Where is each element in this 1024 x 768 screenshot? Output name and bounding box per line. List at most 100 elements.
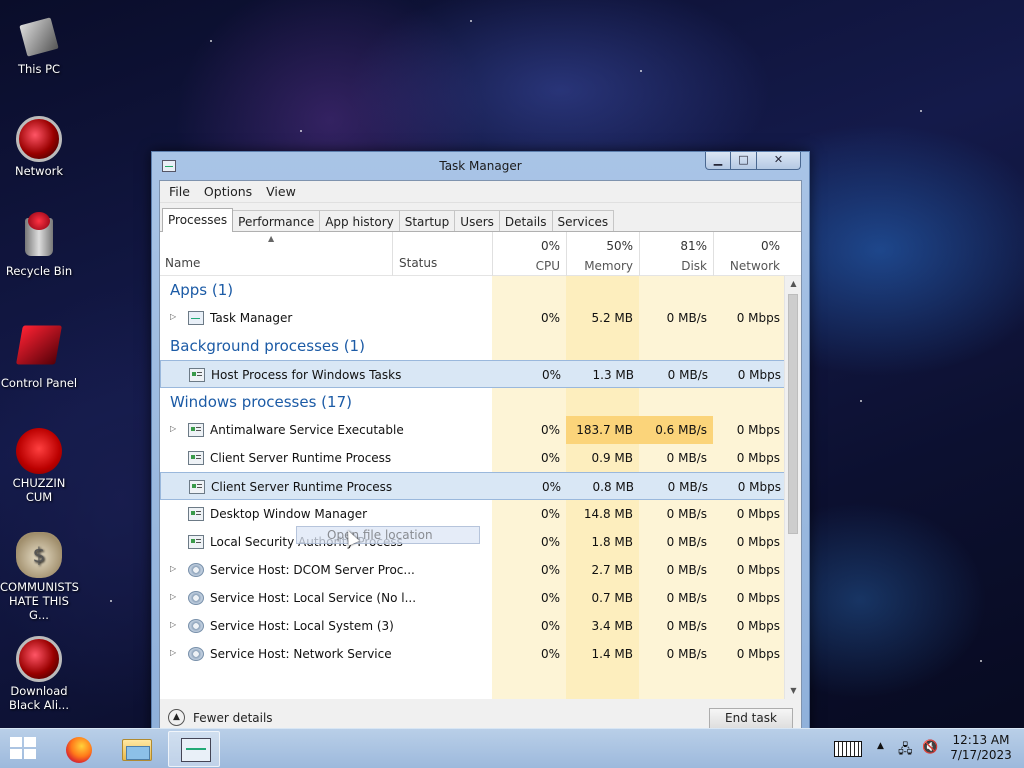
gear-icon: [188, 563, 204, 577]
desktop-icon-network[interactable]: Network: [0, 116, 78, 178]
tab-app-history[interactable]: App history: [319, 210, 400, 232]
chevron-up-icon: ▲: [168, 709, 185, 726]
desktop-icon-recycle-bin[interactable]: Recycle Bin: [0, 212, 78, 278]
process-row[interactable]: ▷ Service Host: DCOM Server Proc... 0% 2.7 …: [160, 556, 786, 584]
process-name: Task Manager: [210, 311, 293, 325]
mem-value: 0.7 MB: [591, 591, 633, 605]
desktop-icon-control-panel[interactable]: Control Panel: [0, 322, 78, 390]
expand-chevron-icon[interactable]: ▷: [170, 312, 176, 321]
scroll-up-icon[interactable]: ▲: [785, 276, 802, 292]
maximize-button[interactable]: □: [731, 152, 757, 170]
process-row[interactable]: Desktop Window Manager 0% 14.8 MB 0 MB/s 0 M…: [160, 500, 786, 528]
close-button[interactable]: ✕: [757, 152, 801, 170]
column-name[interactable]: ▲ Name: [160, 232, 392, 276]
title-bar[interactable]: Task Manager ▁ □ ✕: [152, 152, 809, 180]
memory-percent: 50%: [606, 239, 633, 253]
memory-label: Memory: [584, 259, 633, 273]
star: [640, 70, 642, 72]
menu-options[interactable]: Options: [197, 181, 259, 202]
process-row[interactable]: ▷ Task Manager 0% 5.2 MB 0 MB/s 0 Mbps: [160, 304, 786, 332]
disk-value: 0 MB/s: [666, 647, 707, 661]
tab-performance[interactable]: Performance: [232, 210, 321, 232]
mem-value: 1.4 MB: [591, 647, 633, 661]
cpu-value: 0%: [541, 368, 561, 382]
desktop-icon-communists[interactable]: $ COMMUNISTS HATE THIS G...: [0, 532, 79, 622]
process-row[interactable]: Client Server Runtime Process 0% 0.9 MB 0 M…: [160, 444, 786, 472]
taskbar-file-explorer[interactable]: [110, 731, 162, 767]
column-cpu[interactable]: 0% CPU: [492, 232, 566, 276]
menu-file[interactable]: File: [162, 181, 197, 202]
context-menu-ghost: Open file location: [296, 526, 480, 544]
windows-logo-icon: [24, 737, 36, 747]
vertical-scrollbar[interactable]: ▲ ▼: [784, 276, 801, 699]
tab-processes[interactable]: Processes: [162, 208, 234, 232]
network-status-icon[interactable]: 🖧: [898, 740, 913, 762]
star: [860, 400, 862, 402]
taskbar-task-manager[interactable]: [168, 731, 220, 767]
cpu-value: 0%: [540, 451, 560, 465]
net-value: 0 Mbps: [736, 451, 780, 465]
expand-chevron-icon[interactable]: ▷: [170, 620, 176, 629]
process-row[interactable]: Host Process for Windows Tasks 0% 1.3 MB 0 …: [160, 360, 786, 388]
mem-value: 3.4 MB: [591, 619, 633, 633]
clock[interactable]: 12:13 AM 7/17/2023: [948, 733, 1014, 763]
desktop-icon-chuzzin[interactable]: CHUZZIN CUM: [0, 428, 78, 504]
expand-chevron-icon[interactable]: ▷: [170, 564, 176, 573]
column-status[interactable]: Status: [392, 232, 492, 276]
process-name: Service Host: Local Service (No l...: [210, 591, 417, 605]
process-icon: [188, 423, 204, 437]
net-value: 0 Mbps: [736, 563, 780, 577]
cpu-value: 0%: [540, 311, 560, 325]
group-header[interactable]: Windows processes (17): [160, 388, 786, 416]
tab-users[interactable]: Users: [454, 210, 500, 232]
disk-value: 0 MB/s: [666, 591, 707, 605]
column-network[interactable]: 0% Network: [713, 232, 786, 276]
clock-date: 7/17/2023: [950, 748, 1012, 762]
column-memory[interactable]: 50% Memory: [566, 232, 639, 276]
process-row[interactable]: Client Server Runtime Process 0% 0.8 MB 0 M…: [160, 472, 786, 500]
tab-details[interactable]: Details: [498, 210, 553, 232]
disk-value: 0 MB/s: [666, 451, 707, 465]
net-value: 0 Mbps: [737, 368, 781, 382]
expand-chevron-icon[interactable]: ▷: [170, 592, 176, 601]
mem-value: 0.9 MB: [591, 451, 633, 465]
volume-muted-icon[interactable]: 🔇: [922, 740, 938, 755]
star: [980, 660, 982, 662]
desktop-icon-label: This PC: [17, 62, 61, 76]
menu-view[interactable]: View: [259, 181, 303, 202]
fewer-details-button[interactable]: ▲ Fewer details: [168, 709, 273, 726]
group-header[interactable]: Background processes (1): [160, 332, 786, 360]
column-header: ▲ Name Status 0% CPU 50% Memory 81% Disk…: [160, 232, 801, 276]
end-task-button[interactable]: End task: [709, 708, 793, 729]
taskbar-firefox[interactable]: [52, 731, 104, 767]
scroll-down-icon[interactable]: ▼: [785, 683, 802, 699]
process-row[interactable]: ▷ Service Host: Local Service (No l... 0% 0…: [160, 584, 786, 612]
net-value: 0 Mbps: [736, 311, 780, 325]
task-manager-icon: [181, 738, 211, 762]
clock-time: 12:13 AM: [952, 733, 1010, 747]
expand-chevron-icon[interactable]: ▷: [170, 648, 176, 657]
cpu-value: 0%: [540, 535, 560, 549]
fewer-details-label: Fewer details: [193, 710, 273, 725]
process-row[interactable]: ▷ Service Host: Local System (3) 0% 3.4 MB 0…: [160, 612, 786, 640]
touch-keyboard-icon[interactable]: [834, 741, 862, 757]
start-button[interactable]: [10, 737, 38, 761]
tab-services[interactable]: Services: [551, 210, 615, 232]
desktop-icon-this-pc[interactable]: This PC: [0, 14, 78, 76]
minimize-button[interactable]: ▁: [705, 152, 731, 170]
group-title: Apps (1): [170, 281, 234, 299]
group-header[interactable]: Apps (1): [160, 276, 786, 304]
desktop-icon-download[interactable]: Download Black Ali...: [0, 636, 78, 712]
tab-startup[interactable]: Startup: [398, 210, 456, 232]
group-title: Background processes (1): [170, 337, 365, 355]
scroll-thumb[interactable]: [788, 294, 798, 534]
group-title: Windows processes (17): [170, 393, 352, 411]
show-hidden-icons-icon[interactable]: ▲: [877, 741, 884, 751]
expand-chevron-icon[interactable]: ▷: [170, 424, 176, 433]
process-row[interactable]: ▷ Antimalware Service Executable 0% 183.7 M…: [160, 416, 786, 444]
column-disk[interactable]: 81% Disk: [639, 232, 713, 276]
task-manager-window[interactable]: Task Manager ▁ □ ✕ File Options View Pro…: [151, 151, 810, 746]
process-row[interactable]: ▷ Service Host: Network Service 0% 1.4 MB 0 …: [160, 640, 786, 668]
disk-value: 0 MB/s: [666, 507, 707, 521]
net-value: 0 Mbps: [736, 591, 780, 605]
